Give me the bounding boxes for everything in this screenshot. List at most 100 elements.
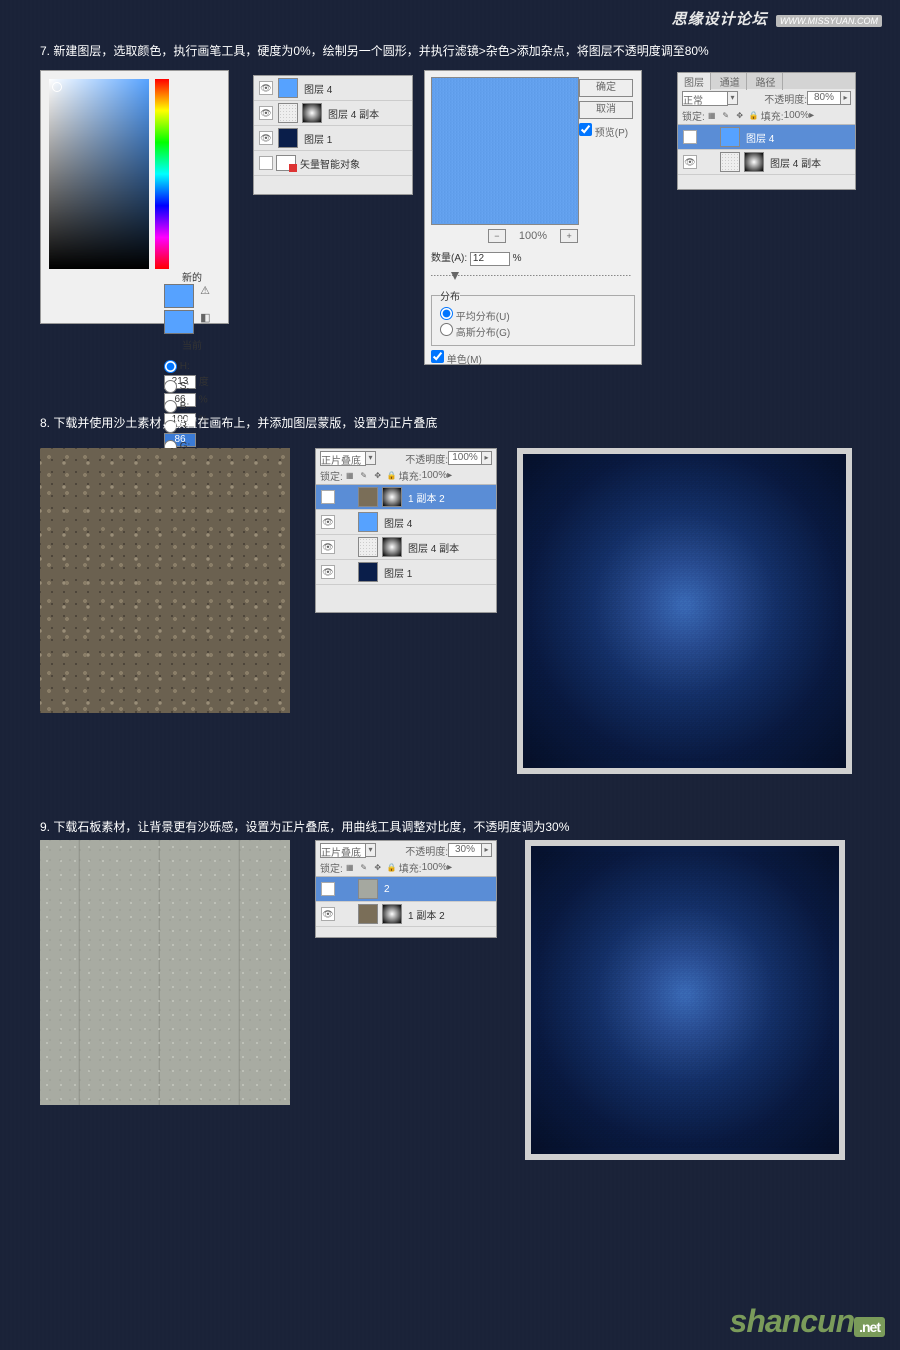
cancel-button[interactable]: 取消	[579, 101, 633, 119]
eye-icon[interactable]: 👁	[321, 540, 335, 554]
fill-input[interactable]: 100%	[422, 862, 448, 873]
eye-icon[interactable]: 👁	[683, 155, 697, 169]
layer-row[interactable]: 矢量智能对象	[254, 151, 412, 176]
layer-thumb	[278, 78, 298, 98]
cube-icon[interactable]: ◧	[200, 311, 210, 324]
dropdown-arrow-icon[interactable]: ▾	[366, 451, 376, 465]
link-icon[interactable]	[341, 883, 353, 895]
layer-row[interactable]: 👁 2	[316, 877, 496, 902]
eye-icon[interactable]: 👁	[321, 515, 335, 529]
lock-brush-icon[interactable]: ✎	[721, 111, 731, 121]
eye-icon[interactable]: 👁	[259, 106, 273, 120]
dropdown-arrow-icon[interactable]: ▸	[482, 451, 492, 465]
layer-thumb	[358, 562, 378, 582]
b-radio[interactable]	[164, 400, 177, 413]
tab-layers[interactable]: 图层	[678, 73, 711, 90]
lock-move-icon[interactable]: ✥	[735, 111, 745, 121]
layer-row[interactable]: 👁 图层 4 副本	[254, 101, 412, 126]
dropdown-arrow-icon[interactable]: ▾	[728, 91, 738, 105]
stone-texture-image	[40, 840, 290, 1105]
opacity-input[interactable]: 100%	[448, 451, 482, 465]
dropdown-arrow-icon[interactable]: ▸	[447, 862, 452, 873]
amount-input[interactable]: 12	[470, 252, 510, 266]
zoom-in-button[interactable]: +	[560, 229, 578, 243]
lock-all-icon[interactable]: 🔒	[387, 471, 397, 481]
opacity-input[interactable]: 80%	[807, 91, 841, 105]
eye-icon[interactable]: 👁	[321, 565, 335, 579]
lock-move-icon[interactable]: ✥	[373, 471, 383, 481]
dropdown-arrow-icon[interactable]: ▸	[482, 843, 492, 857]
link-icon[interactable]	[341, 516, 353, 528]
mask-thumb	[382, 537, 402, 557]
distribution-legend: 分布	[440, 288, 460, 303]
layer-row[interactable]: 👁 图层 4 副本	[678, 150, 855, 175]
link-icon[interactable]	[341, 908, 353, 920]
amount-slider[interactable]	[431, 272, 631, 278]
eye-icon[interactable]: 👁	[683, 130, 697, 144]
lock-pixels-icon[interactable]: ▦	[707, 111, 717, 121]
tab-paths[interactable]: 路径	[750, 73, 783, 90]
preview-checkbox[interactable]: 预览(P)	[579, 123, 633, 139]
dropdown-arrow-icon[interactable]: ▸	[809, 110, 814, 121]
layer-name: 图层 4 副本	[328, 106, 379, 121]
zoom-out-button[interactable]: −	[488, 229, 506, 243]
fill-input[interactable]: 100%	[422, 470, 448, 481]
mono-checkbox[interactable]: 单色(M)	[431, 350, 635, 366]
layer-thumb	[358, 512, 378, 532]
layer-name: 1 副本 2	[408, 490, 445, 505]
uniform-radio[interactable]: 平均分布(U)	[440, 307, 626, 323]
link-icon[interactable]	[341, 541, 353, 553]
panel-tabs: 图层 通道 路径	[678, 73, 855, 89]
current-color-label: 当前	[164, 337, 220, 352]
dropdown-arrow-icon[interactable]: ▸	[841, 91, 851, 105]
watermark-top: 思缘设计论坛 WWW.MISSYUAN.COM	[672, 8, 882, 29]
layer-row[interactable]: 👁 图层 1	[254, 126, 412, 151]
eye-icon[interactable]: 👁	[321, 490, 335, 504]
lock-pixels-icon[interactable]: ▦	[345, 863, 355, 873]
link-icon[interactable]	[341, 566, 353, 578]
lock-brush-icon[interactable]: ✎	[359, 471, 369, 481]
link-icon[interactable]	[341, 491, 353, 503]
warning-icon[interactable]: ⚠	[200, 284, 210, 297]
layer-thumb	[358, 537, 378, 557]
dropdown-arrow-icon[interactable]: ▾	[366, 843, 376, 857]
layer-name: 图层 1	[384, 565, 412, 580]
link-icon[interactable]	[703, 156, 715, 168]
lock-brush-icon[interactable]: ✎	[359, 863, 369, 873]
lock-all-icon[interactable]: 🔒	[387, 863, 397, 873]
eye-icon[interactable]	[259, 156, 273, 170]
link-icon[interactable]	[703, 131, 715, 143]
layer-row[interactable]: 👁 图层 4	[678, 125, 855, 150]
layer-row[interactable]: 👁 图层 4 副本	[316, 535, 496, 560]
blend-mode-select[interactable]: 正片叠底	[320, 451, 366, 466]
step-9-text: 9. 下载石板素材，让背景更有沙砾感，设置为正片叠底，用曲线工具调整对比度，不透…	[40, 818, 860, 835]
layer-thumb	[278, 128, 298, 148]
ok-button[interactable]: 确定	[579, 79, 633, 97]
tab-channels[interactable]: 通道	[714, 73, 747, 90]
eye-icon[interactable]: 👁	[321, 907, 335, 921]
h-radio[interactable]	[164, 360, 177, 373]
hue-slider[interactable]	[155, 79, 169, 269]
color-field[interactable]	[49, 79, 149, 269]
dropdown-arrow-icon[interactable]: ▸	[447, 470, 452, 481]
layer-thumb	[358, 904, 378, 924]
layer-row[interactable]: 👁 图层 4	[316, 510, 496, 535]
eye-icon[interactable]: 👁	[259, 81, 273, 95]
amount-field: 数量(A): 12 %	[431, 249, 635, 266]
fill-input[interactable]: 100%	[784, 110, 810, 121]
layer-row[interactable]: 👁 1 副本 2	[316, 902, 496, 927]
layer-row[interactable]: 👁 图层 4	[254, 76, 412, 101]
eye-icon[interactable]: 👁	[259, 131, 273, 145]
layer-row[interactable]: 👁 1 副本 2	[316, 485, 496, 510]
blend-mode-select[interactable]: 正常	[682, 91, 728, 106]
lock-pixels-icon[interactable]: ▦	[345, 471, 355, 481]
lock-move-icon[interactable]: ✥	[373, 863, 383, 873]
eye-icon[interactable]: 👁	[321, 882, 335, 896]
opacity-input[interactable]: 30%	[448, 843, 482, 857]
lock-all-icon[interactable]: 🔒	[749, 111, 759, 121]
layer-row[interactable]: 👁 图层 1	[316, 560, 496, 585]
watermark-bot-main: shancun	[730, 1303, 855, 1339]
s-radio[interactable]	[164, 380, 177, 393]
blend-mode-select[interactable]: 正片叠底	[320, 843, 366, 858]
gaussian-radio[interactable]: 高斯分布(G)	[440, 323, 626, 339]
